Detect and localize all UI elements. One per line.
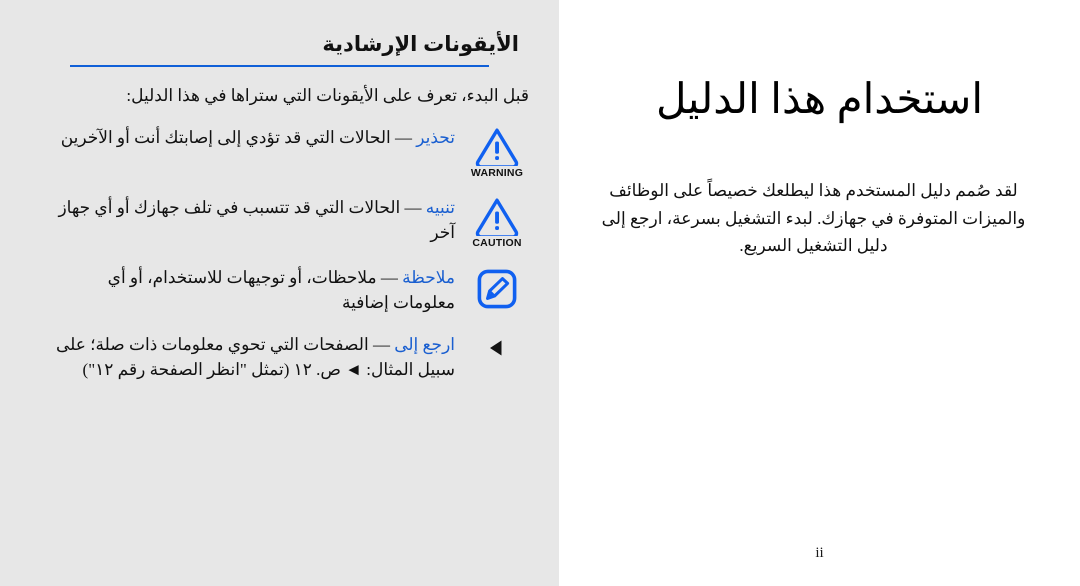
legend-dash: — <box>390 127 417 147</box>
chapter-opener-panel: استخدام هذا الدليل لقد صُمم دليل المستخد… <box>559 0 1080 586</box>
legend-term: تنبيه <box>425 197 455 217</box>
chapter-title: استخدام هذا الدليل <box>655 77 984 123</box>
legend-description: تنبيه — الحالات التي قد تتسبب في تلف جها… <box>20 195 455 246</box>
list-item: ملاحظة — ملاحظات، أو توجيهات للاستخدام، … <box>20 265 539 316</box>
legend-term: ارجع إلى <box>394 334 455 354</box>
refer-to-arrow-icon <box>485 336 509 360</box>
icons-intro-text: قبل البدء، تعرف على الأيقونات التي ستراه… <box>126 86 529 106</box>
caution-triangle-icon <box>475 197 519 236</box>
manual-page: الأيقونات الإرشادية قبل البدء، تعرف على … <box>0 0 1080 586</box>
legend-text: الحالات التي قد تؤدي إلى إصابتك أنت أو ا… <box>60 127 391 147</box>
legend-term: ملاحظة <box>402 267 455 287</box>
icon-cell <box>455 265 539 310</box>
icon-cell: CAUTION <box>455 195 539 249</box>
legend-description: ملاحظة — ملاحظات، أو توجيهات للاستخدام، … <box>20 265 455 316</box>
legend-description: ارجع إلى — الصفحات التي تحوي معلومات ذات… <box>20 332 455 383</box>
icon-cell: WARNING <box>455 125 539 179</box>
icons-section: الأيقونات الإرشادية قبل البدء، تعرف على … <box>20 32 539 399</box>
chapter-intro-paragraph: لقد صُمم دليل المستخدم هذا ليطلعك خصيصاً… <box>601 181 1026 256</box>
warning-triangle-icon <box>475 127 519 166</box>
list-item: WARNING تحذير — الحالات التي قد تؤدي إلى… <box>20 125 539 179</box>
caution-icon-label: CAUTION <box>472 236 522 249</box>
note-pencil-icon <box>477 269 517 309</box>
heading-divider <box>70 65 489 68</box>
legend-description: تحذير — الحالات التي قد تؤدي إلى إصابتك … <box>20 125 455 151</box>
guide-icons-panel: الأيقونات الإرشادية قبل البدء، تعرف على … <box>0 0 559 586</box>
legend-dash: — <box>376 267 403 287</box>
legend-dash: — <box>368 334 395 354</box>
legend-term: تحذير <box>416 127 455 147</box>
list-item: CAUTION تنبيه — الحالات التي قد تتسبب في… <box>20 195 539 249</box>
list-item: ارجع إلى — الصفحات التي تحوي معلومات ذات… <box>20 332 539 383</box>
legend-dash: — <box>400 197 426 217</box>
page-number: ii <box>815 545 824 561</box>
warning-icon-label: WARNING <box>470 166 524 179</box>
icon-cell <box>455 332 539 361</box>
page-title: الأيقونات الإرشادية <box>322 33 519 56</box>
icon-legend-list: WARNING تحذير — الحالات التي قد تؤدي إلى… <box>20 125 539 383</box>
legend-text: الحالات التي قد تتسبب في تلف جهازك أو أي… <box>58 197 455 243</box>
